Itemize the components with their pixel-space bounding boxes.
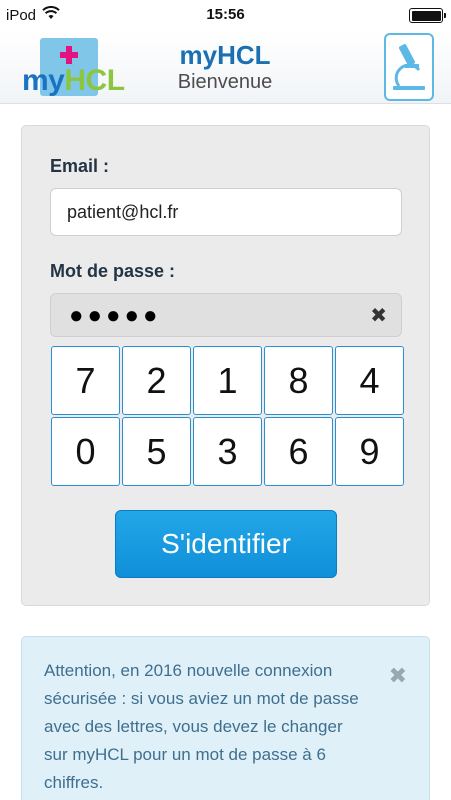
app-header: myHCL myHCL Bienvenue: [0, 30, 451, 104]
clear-password-icon[interactable]: ✖: [370, 303, 387, 328]
page-title: myHCL: [179, 40, 271, 70]
email-label: Email :: [50, 156, 110, 176]
status-bar: iPod 15:56: [0, 0, 451, 30]
keypad-key[interactable]: 4: [335, 346, 404, 415]
lab-results-button[interactable]: [384, 33, 434, 101]
keypad-key[interactable]: 9: [335, 417, 404, 486]
page-subtitle: Bienvenue: [177, 71, 273, 93]
email-field[interactable]: [50, 188, 402, 236]
logo-wordmark: myHCL: [22, 64, 125, 97]
password-mask: ●●●●●: [69, 302, 162, 329]
password-field[interactable]: ●●●●● ✖: [50, 293, 402, 337]
login-button[interactable]: S'identifier: [115, 510, 337, 578]
keypad-key[interactable]: 6: [264, 417, 333, 486]
medical-cross-icon: [60, 46, 78, 64]
keypad-key[interactable]: 8: [264, 346, 333, 415]
battery-icon: [409, 8, 446, 23]
microscope-icon: [393, 44, 425, 90]
keypad-key[interactable]: 5: [122, 417, 191, 486]
keypad-key[interactable]: 3: [193, 417, 262, 486]
login-card: Email : Mot de passe : ●●●●● ✖ 72184 0536…: [21, 125, 430, 606]
close-notice-icon[interactable]: ✖: [389, 663, 407, 689]
header-titles: myHCL Bienvenue: [150, 40, 300, 94]
pin-keypad: 72184 05369: [51, 346, 404, 488]
security-notice: Attention, en 2016 nouvelle connexion sé…: [21, 636, 430, 800]
status-time: 15:56: [206, 6, 245, 23]
notice-text: Attention, en 2016 nouvelle connexion sé…: [44, 661, 359, 792]
keypad-key[interactable]: 7: [51, 346, 120, 415]
keypad-key[interactable]: 2: [122, 346, 191, 415]
keypad-key[interactable]: 0: [51, 417, 120, 486]
myhcl-logo[interactable]: myHCL: [22, 38, 125, 98]
keypad-key[interactable]: 1: [193, 346, 262, 415]
password-label: Mot de passe :: [50, 261, 176, 281]
